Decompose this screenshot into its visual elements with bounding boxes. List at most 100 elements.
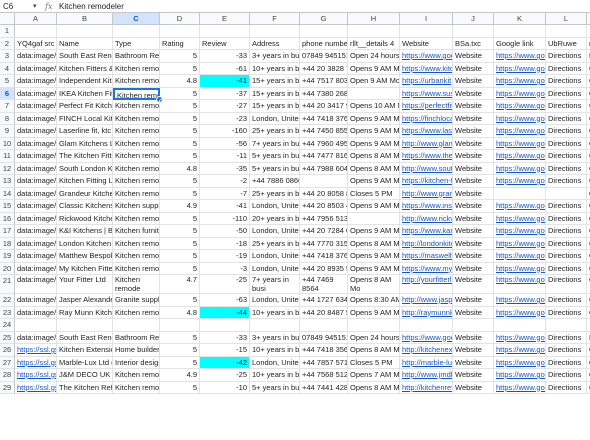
table-cell[interactable]: https://www.goo bbox=[400, 50, 453, 63]
row-header[interactable]: 8 bbox=[0, 112, 15, 125]
table-cell[interactable]: FINCH Local Kit bbox=[57, 112, 113, 125]
table-cell[interactable]: Kitchen remode bbox=[113, 381, 160, 394]
table-cell[interactable]: 4.9 bbox=[160, 200, 200, 213]
table-cell[interactable]: data:image/png; bbox=[15, 225, 57, 238]
table-cell[interactable]: Closes 5 PM bbox=[348, 356, 400, 369]
table-cell[interactable]: -41 bbox=[200, 200, 250, 213]
table-cell[interactable]: https://www.goo bbox=[494, 150, 546, 163]
column-header-b[interactable]: B bbox=[57, 13, 113, 25]
table-cell[interactable]: Kitchen remode bbox=[113, 125, 160, 138]
row-header[interactable]: 18 bbox=[0, 237, 15, 250]
table-cell[interactable]: Directions bbox=[546, 87, 587, 100]
table-cell[interactable]: 25+ years in busi bbox=[250, 187, 300, 200]
column-header-f[interactable]: F bbox=[250, 13, 300, 25]
table-cell[interactable]: +44 7568 5122 bbox=[300, 369, 348, 382]
table-cell[interactable]: Website bbox=[453, 381, 494, 394]
table-cell[interactable]: Kitchen remode bbox=[113, 100, 160, 113]
table-cell[interactable] bbox=[15, 319, 57, 332]
table-cell[interactable]: Opens 8 AM Mo bbox=[348, 344, 400, 357]
table-cell[interactable]: Website bbox=[453, 306, 494, 319]
table-cell[interactable]: Glam Kitchens L bbox=[57, 137, 113, 150]
header-cell[interactable]: Google link bbox=[494, 37, 546, 50]
table-cell[interactable]: London, United K bbox=[250, 262, 300, 275]
column-header-k[interactable]: K bbox=[494, 13, 546, 25]
table-cell[interactable]: +44 7441 4282 bbox=[300, 381, 348, 394]
table-cell[interactable]: Opens 8 AM Mo bbox=[348, 150, 400, 163]
table-cell[interactable]: Directions bbox=[546, 262, 587, 275]
table-cell[interactable]: 5 bbox=[160, 212, 200, 225]
table-cell[interactable]: +44 7960 4956 bbox=[300, 137, 348, 150]
table-cell[interactable]: https://www.goo bbox=[494, 356, 546, 369]
table-cell[interactable]: -50 bbox=[200, 225, 250, 238]
table-cell[interactable]: +44 7418 3764 bbox=[300, 250, 348, 263]
table-cell[interactable]: Opens 9 AM Mo bbox=[348, 250, 400, 263]
table-cell[interactable]: J&M DECO UK I bbox=[57, 369, 113, 382]
table-cell[interactable]: Opens 8 AM Mo bbox=[348, 275, 400, 294]
table-cell[interactable]: data:image/png; bbox=[15, 87, 57, 100]
table-cell[interactable]: 5 bbox=[160, 187, 200, 200]
table-cell[interactable]: -63 bbox=[200, 294, 250, 307]
table-cell[interactable]: https://www.goo bbox=[494, 87, 546, 100]
table-cell[interactable]: Directions bbox=[546, 137, 587, 150]
table-cell[interactable]: 4.8 bbox=[160, 306, 200, 319]
table-cell[interactable]: https://www.sust bbox=[400, 87, 453, 100]
header-cell[interactable]: Type bbox=[113, 37, 160, 50]
table-cell[interactable]: data:image/png; bbox=[15, 62, 57, 75]
table-cell[interactable]: 5 bbox=[160, 381, 200, 394]
table-cell[interactable]: Kitchen remode bbox=[113, 87, 160, 100]
column-header-l[interactable]: L bbox=[546, 13, 587, 25]
table-cell[interactable]: Directions bbox=[546, 112, 587, 125]
table-cell[interactable]: https://www.goo bbox=[494, 237, 546, 250]
table-cell[interactable]: London, United K bbox=[250, 250, 300, 263]
table-cell[interactable]: http://marble-lu bbox=[400, 356, 453, 369]
table-cell[interactable]: Website bbox=[453, 75, 494, 88]
row-header[interactable]: 16 bbox=[0, 212, 15, 225]
header-cell[interactable]: YQ4gaf src bbox=[15, 37, 57, 50]
row-header[interactable]: 15 bbox=[0, 200, 15, 213]
column-header-c[interactable]: C bbox=[113, 13, 160, 25]
table-cell[interactable] bbox=[546, 319, 587, 332]
table-cell[interactable]: Perfect Fit Kitch bbox=[57, 100, 113, 113]
table-cell[interactable]: The Kitchen Refi bbox=[57, 381, 113, 394]
table-cell[interactable]: Opens 9 AM Mo bbox=[348, 306, 400, 319]
table-cell[interactable]: Opens 7 AM Mo bbox=[348, 369, 400, 382]
table-cell[interactable]: https://www.goo bbox=[494, 331, 546, 344]
column-header-d[interactable]: D bbox=[160, 13, 200, 25]
table-cell[interactable]: https://www.goo bbox=[494, 112, 546, 125]
table-cell[interactable]: data:image/png; bbox=[15, 125, 57, 138]
row-header[interactable]: 23 bbox=[0, 306, 15, 319]
table-cell[interactable]: https://www.goo bbox=[494, 250, 546, 263]
table-cell[interactable]: 5 bbox=[160, 331, 200, 344]
table-cell[interactable]: Open 9 AM Mo bbox=[348, 75, 400, 88]
table-cell[interactable]: Website bbox=[453, 175, 494, 188]
table-cell[interactable]: Your Fitter Ltd bbox=[57, 275, 113, 294]
table-cell[interactable]: Website bbox=[453, 100, 494, 113]
table-cell[interactable] bbox=[348, 87, 400, 100]
row-header[interactable]: 4 bbox=[0, 62, 15, 75]
table-cell[interactable]: Opens 8 AM Mo bbox=[348, 162, 400, 175]
table-cell[interactable]: South East Reno bbox=[57, 331, 113, 344]
table-cell[interactable]: Directions bbox=[546, 62, 587, 75]
table-cell[interactable]: +44 7988 6040 bbox=[300, 162, 348, 175]
table-cell[interactable]: 4.9 bbox=[160, 369, 200, 382]
table-cell[interactable]: 5+ years in busi bbox=[250, 150, 300, 163]
table-cell[interactable]: Website bbox=[453, 237, 494, 250]
table-cell[interactable]: https://www.lase bbox=[400, 125, 453, 138]
table-cell[interactable]: Website bbox=[453, 112, 494, 125]
table-cell[interactable]: https://www.goo bbox=[494, 175, 546, 188]
table-cell[interactable]: https://www.kand bbox=[400, 225, 453, 238]
table-cell[interactable]: https://www.goo bbox=[494, 200, 546, 213]
table-cell[interactable]: 5 bbox=[160, 175, 200, 188]
table-cell[interactable]: 10+ years in busi bbox=[250, 344, 300, 357]
table-cell[interactable]: data:image/png; bbox=[15, 331, 57, 344]
table-cell[interactable]: 5 bbox=[160, 262, 200, 275]
table-cell[interactable]: https://www.goo bbox=[494, 275, 546, 294]
column-header-a[interactable]: A bbox=[15, 13, 57, 25]
table-cell[interactable] bbox=[113, 25, 160, 38]
table-cell[interactable]: Website bbox=[453, 137, 494, 150]
table-cell[interactable]: Website bbox=[453, 212, 494, 225]
table-cell[interactable]: http://www.jaspe bbox=[400, 294, 453, 307]
table-cell[interactable]: London Kitchen bbox=[57, 237, 113, 250]
header-cell[interactable]: BSa.txc bbox=[453, 37, 494, 50]
table-cell[interactable]: 10+ years in busi bbox=[250, 369, 300, 382]
